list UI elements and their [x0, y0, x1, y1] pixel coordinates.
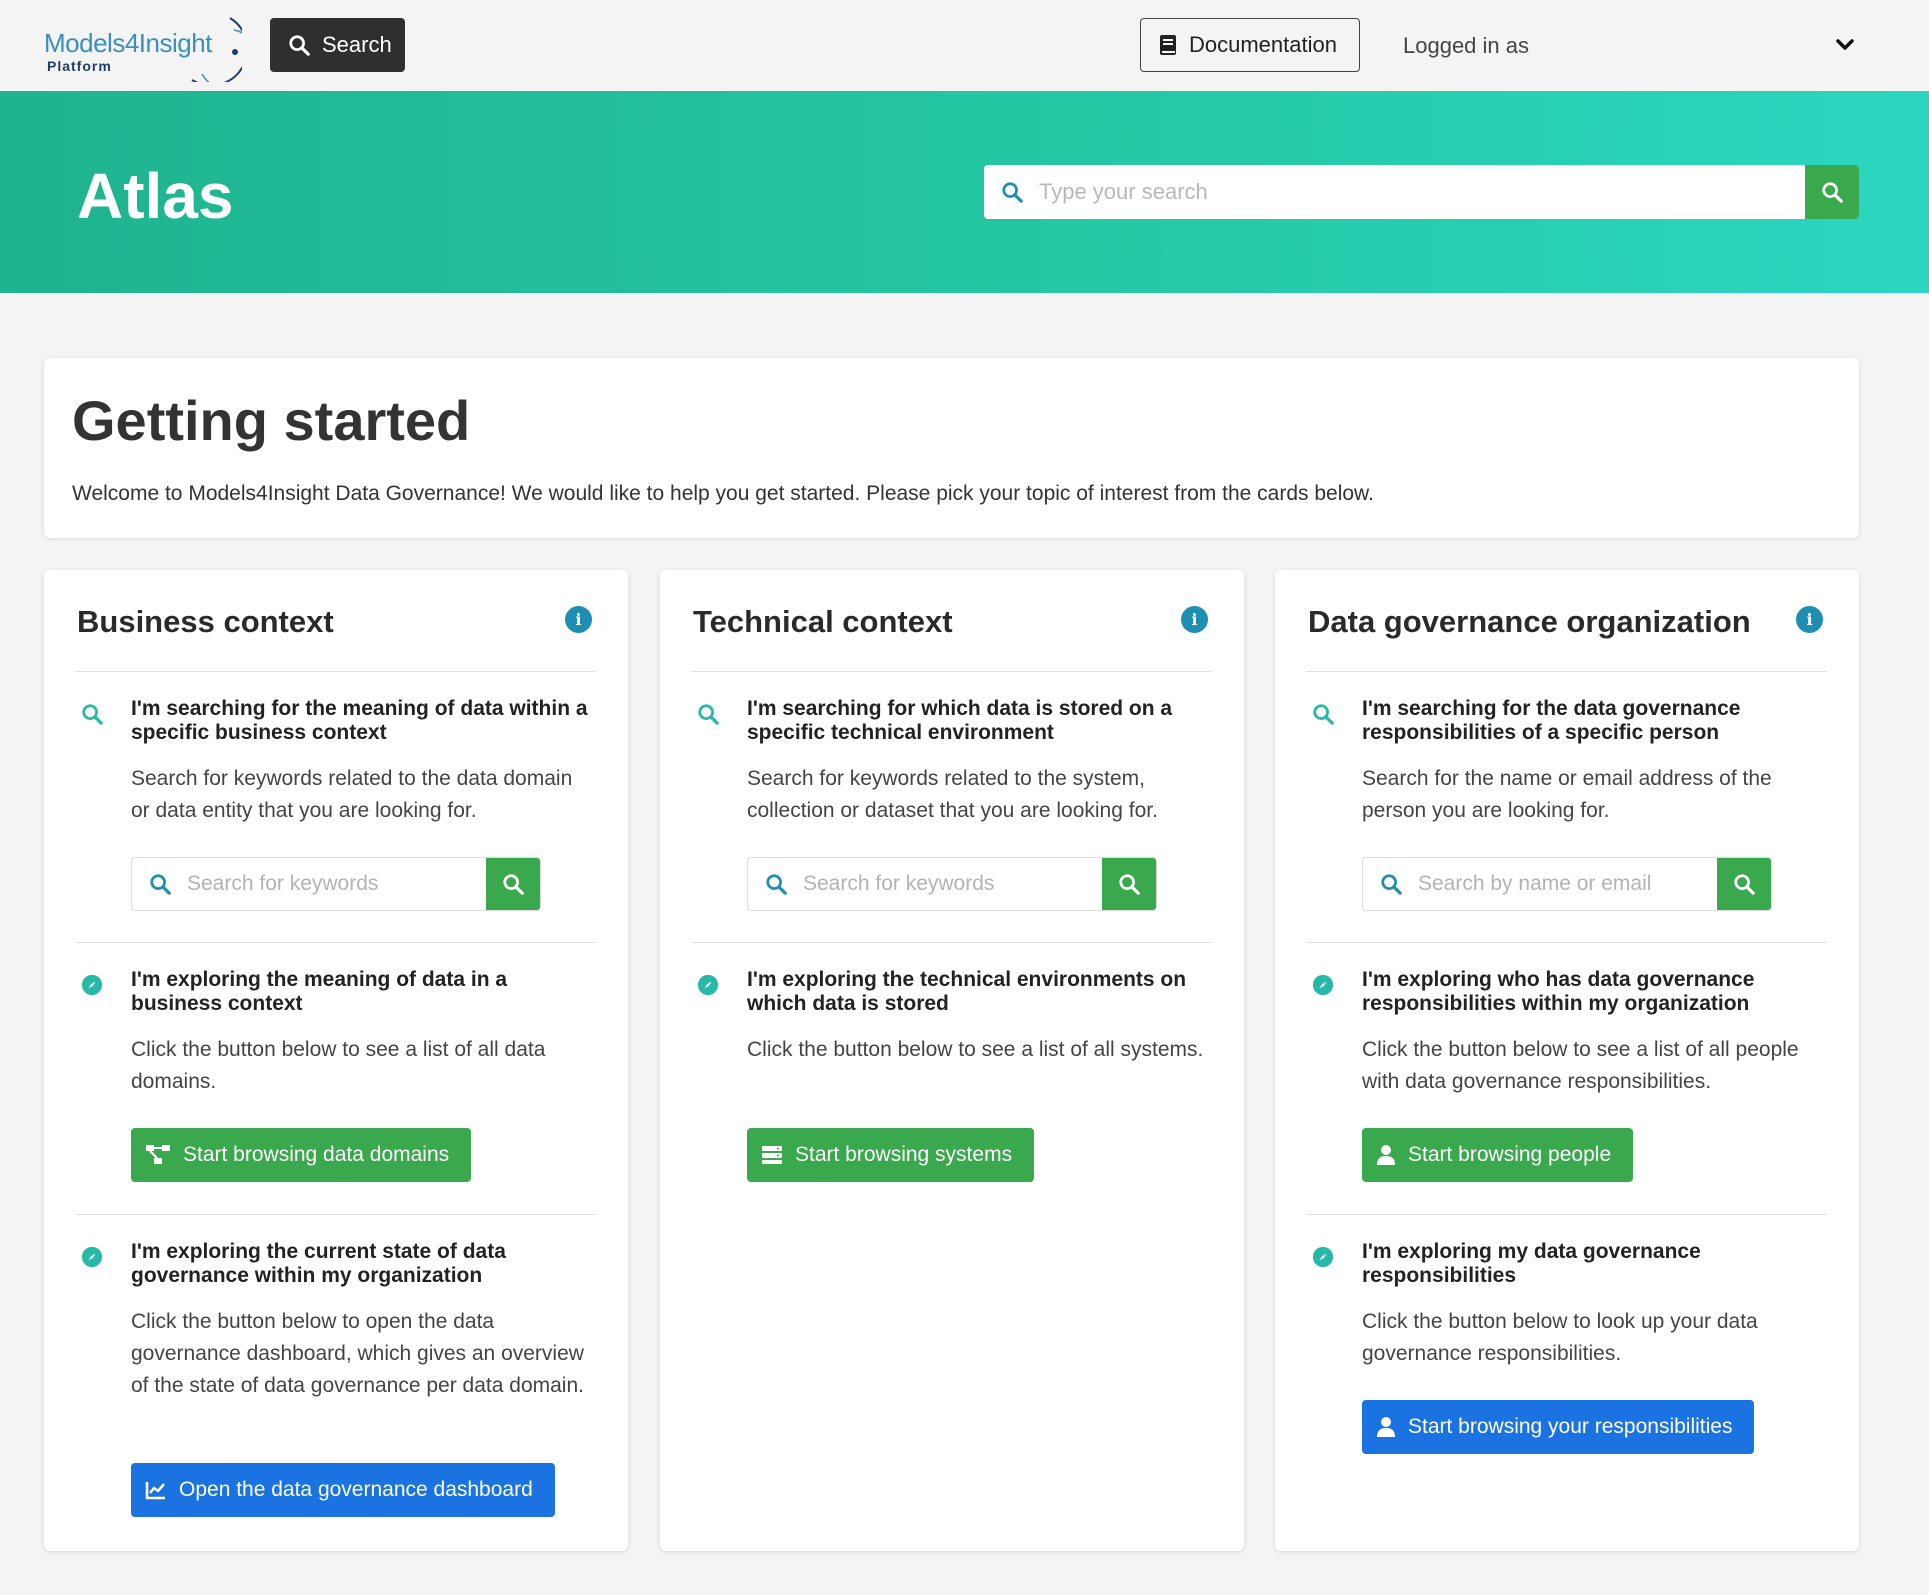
- sitemap-icon: [146, 1145, 170, 1164]
- search-icon: [1313, 704, 1334, 725]
- section-text: Search for keywords related to the data …: [131, 767, 573, 822]
- section-heading: I'm exploring my data governance respons…: [1362, 1240, 1701, 1287]
- search-icon: [1734, 874, 1755, 895]
- hero-search-input[interactable]: [1039, 165, 1805, 219]
- info-icon[interactable]: i: [565, 606, 592, 633]
- top-navbar: Models4Insight Platform Search Documenta…: [0, 0, 1929, 91]
- technical-search-bar: [747, 857, 1157, 911]
- card-title: Data governance organization: [1308, 604, 1751, 639]
- info-icon[interactable]: i: [1796, 606, 1823, 633]
- search-icon: [1822, 182, 1843, 203]
- models4insight-logo[interactable]: Models4Insight Platform: [42, 10, 242, 82]
- business-search-input[interactable]: [187, 858, 486, 910]
- compass-icon: [81, 1246, 103, 1268]
- card-title: Business context: [77, 604, 334, 639]
- data-governance-organization-card: Data governance organization i I'm searc…: [1275, 570, 1859, 1551]
- divider: [691, 671, 1212, 672]
- getting-started-text: Welcome to Models4Insight Data Governanc…: [72, 482, 1374, 505]
- divider: [1306, 1214, 1827, 1215]
- section-heading: I'm searching for the data governance re…: [1362, 697, 1741, 744]
- button-label: Start browsing people: [1408, 1143, 1612, 1166]
- logo-subtext: Platform: [47, 58, 112, 74]
- section-heading: I'm searching for the meaning of data wi…: [131, 697, 588, 744]
- user-icon: [1377, 1417, 1395, 1437]
- button-label: Start browsing your responsibilities: [1408, 1415, 1733, 1438]
- section-heading: I'm exploring the current state of data …: [131, 1240, 506, 1287]
- nav-search-button[interactable]: Search: [270, 18, 405, 72]
- page-title: Atlas: [77, 160, 234, 232]
- button-label: Start browsing data domains: [183, 1143, 450, 1166]
- server-icon: [762, 1146, 782, 1164]
- user-menu-toggle[interactable]: [1830, 30, 1860, 60]
- hero-search-bar: [984, 165, 1859, 219]
- logged-in-label: Logged in as: [1403, 33, 1529, 58]
- technical-context-card: Technical context i I'm searching for wh…: [660, 570, 1244, 1551]
- section-text: Click the button below to open the data …: [131, 1310, 584, 1397]
- info-icon[interactable]: i: [1181, 606, 1208, 633]
- browse-data-domains-button[interactable]: Start browsing data domains: [131, 1128, 472, 1182]
- section-heading: I'm exploring the technical environments…: [747, 968, 1187, 1015]
- search-icon: [1119, 874, 1140, 895]
- search-icon: [1380, 874, 1402, 895]
- business-context-card: Business context i I'm searching for the…: [44, 570, 628, 1551]
- book-icon: [1160, 35, 1176, 55]
- section-text: Click the button below to see a list of …: [747, 1038, 1204, 1061]
- technical-search-button[interactable]: [1102, 858, 1156, 910]
- compass-icon: [81, 974, 103, 996]
- chart-line-icon: [145, 1482, 165, 1500]
- search-icon: [698, 704, 719, 725]
- documentation-label: Documentation: [1189, 32, 1337, 57]
- business-search-bar: [131, 857, 541, 911]
- section-text: Click the button below to see a list of …: [1362, 1038, 1799, 1093]
- divider: [1306, 671, 1827, 672]
- section-text: Search for the name or email address of …: [1362, 767, 1772, 822]
- open-dashboard-button[interactable]: Open the data governance dashboard: [131, 1463, 555, 1517]
- logo-text: Models4Insight: [44, 28, 212, 58]
- section-text: Search for keywords related to the syste…: [747, 767, 1158, 822]
- divider: [75, 1214, 596, 1215]
- getting-started-card: Getting started Welcome to Models4Insigh…: [44, 358, 1859, 538]
- section-text: Click the button below to look up your d…: [1362, 1310, 1758, 1365]
- getting-started-title: Getting started: [72, 389, 471, 452]
- browse-people-button[interactable]: Start browsing people: [1362, 1128, 1634, 1182]
- hero-search-button[interactable]: [1805, 165, 1859, 219]
- user-icon: [1377, 1145, 1395, 1165]
- button-label: Open the data governance dashboard: [179, 1478, 533, 1501]
- compass-icon: [697, 974, 719, 996]
- section-heading: I'm exploring who has data governance re…: [1362, 968, 1755, 1015]
- divider: [75, 942, 596, 943]
- section-heading: I'm exploring the meaning of data in a b…: [131, 968, 508, 1015]
- divider: [1306, 942, 1827, 943]
- divider: [691, 942, 1212, 943]
- search-icon: [1001, 182, 1023, 203]
- chevron-down-icon: [1836, 39, 1854, 50]
- divider: [75, 671, 596, 672]
- button-label: Start browsing systems: [795, 1143, 1013, 1166]
- compass-icon: [1312, 974, 1334, 996]
- search-icon: [765, 874, 787, 895]
- hero-banner: Atlas: [0, 91, 1929, 293]
- search-icon: [503, 874, 524, 895]
- technical-search-input[interactable]: [803, 858, 1102, 910]
- person-search-button[interactable]: [1717, 858, 1771, 910]
- section-text: Click the button below to see a list of …: [131, 1038, 546, 1093]
- browse-systems-button[interactable]: Start browsing systems: [747, 1128, 1035, 1182]
- card-title: Technical context: [693, 604, 953, 639]
- browse-responsibilities-button[interactable]: Start browsing your responsibilities: [1362, 1400, 1755, 1454]
- search-icon: [82, 704, 103, 725]
- compass-icon: [1312, 1246, 1334, 1268]
- section-heading: I'm searching for which data is stored o…: [747, 697, 1173, 744]
- search-icon: [289, 35, 310, 56]
- documentation-button[interactable]: Documentation: [1140, 18, 1360, 72]
- search-icon: [149, 874, 171, 895]
- person-search-input[interactable]: [1418, 858, 1717, 910]
- nav-search-label: Search: [322, 32, 392, 57]
- business-search-button[interactable]: [486, 858, 540, 910]
- person-search-bar: [1362, 857, 1772, 911]
